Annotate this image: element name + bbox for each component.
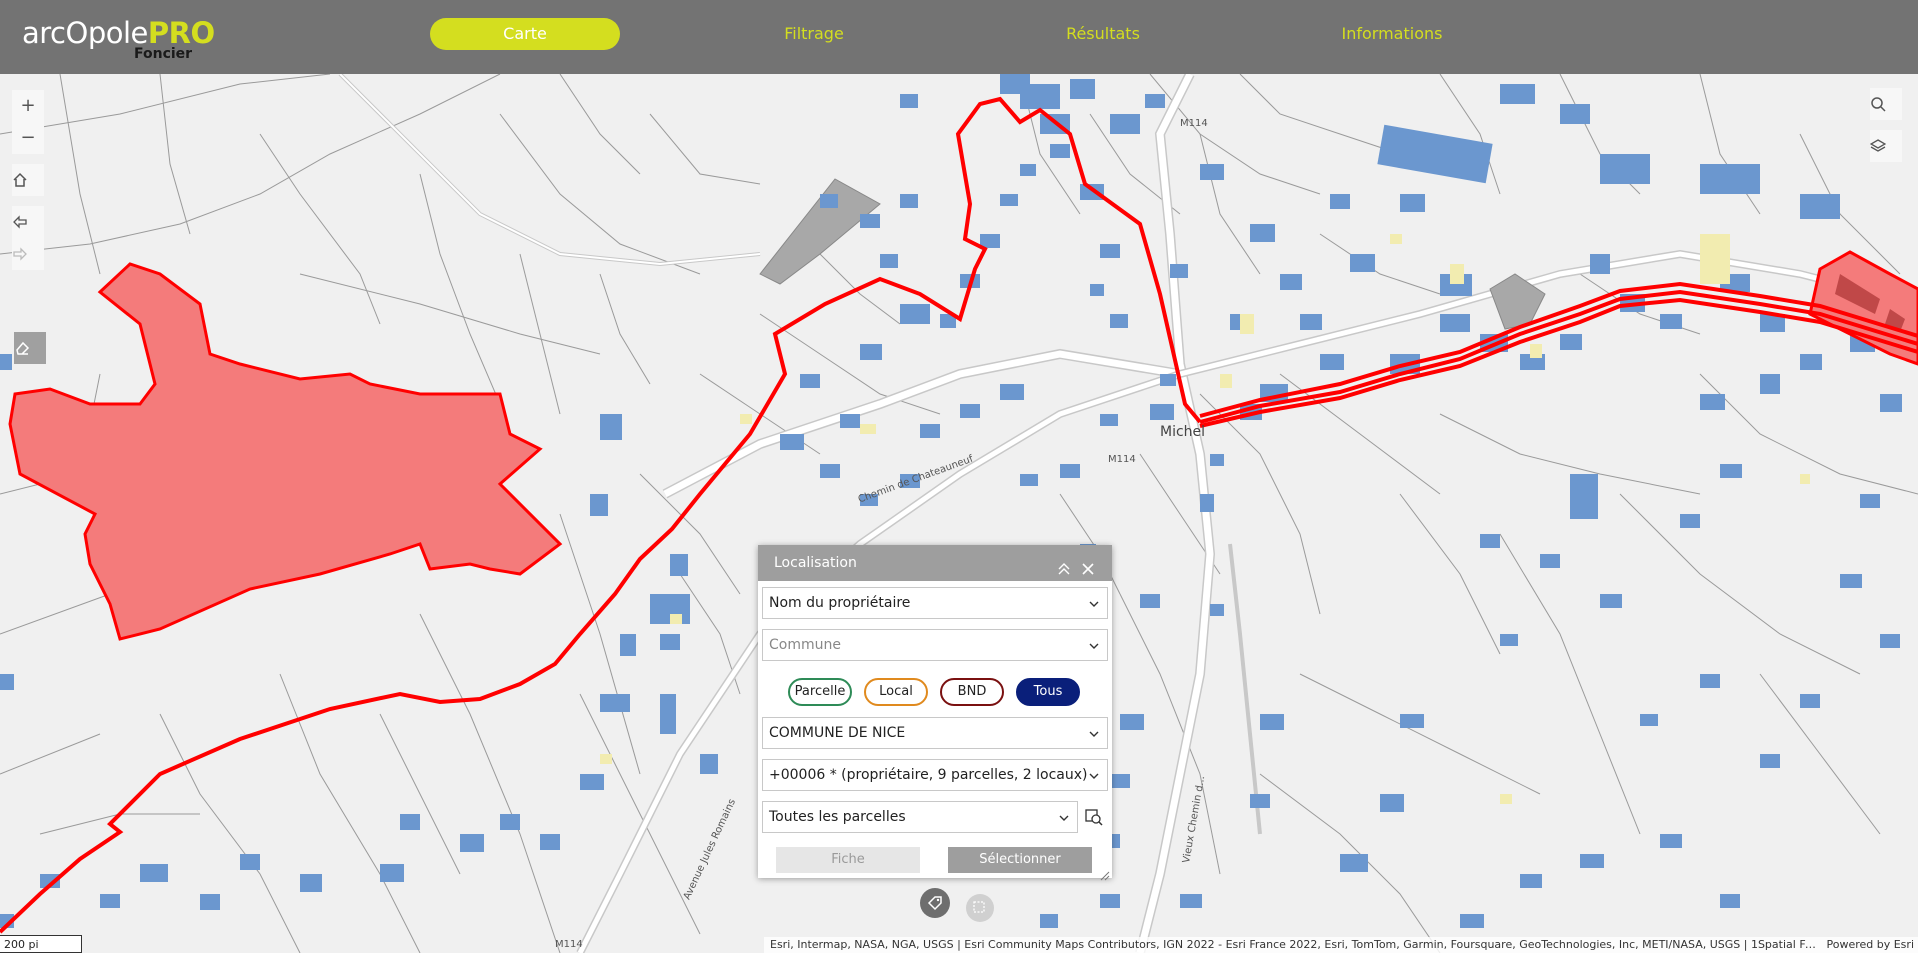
commune-value: COMMUNE DE NICE — [769, 725, 906, 741]
next-extent-button[interactable] — [12, 238, 44, 270]
select-button[interactable]: Sélectionner — [948, 847, 1092, 873]
panel-header[interactable]: Localisation — [758, 545, 1112, 581]
layers-button[interactable] — [1870, 130, 1902, 162]
road-label: M114 — [1180, 118, 1208, 129]
chevron-down-icon — [1089, 773, 1099, 779]
app-logo: arcOpolePRO Foncier — [22, 16, 222, 62]
zoom-to-selection-icon — [1085, 809, 1103, 826]
powered-by[interactable]: Powered by Esri — [1826, 937, 1914, 953]
filter-local[interactable]: Local — [864, 678, 928, 706]
eraser-button[interactable] — [14, 332, 46, 364]
road-network — [338, 74, 1918, 953]
logo-sub: Foncier — [134, 46, 193, 62]
commune-select[interactable]: Commune — [762, 629, 1108, 661]
top-bar: arcOpolePRO Foncier Carte Filtrage Résul… — [0, 0, 1918, 74]
logo-main: arcOpolePRO — [22, 16, 215, 50]
road-label: M114 — [1108, 454, 1136, 465]
close-icon — [1082, 563, 1094, 575]
double-chevron-up-icon — [1058, 563, 1070, 575]
resize-handle[interactable] — [1100, 866, 1110, 881]
previous-extent-icon — [13, 215, 27, 229]
filter-tous[interactable]: Tous — [1016, 678, 1080, 706]
fiche-button[interactable]: Fiche — [776, 847, 920, 873]
tab-carte[interactable]: Carte — [430, 18, 620, 50]
zoom-in-button[interactable]: + — [12, 90, 44, 122]
road-label: M114 — [555, 939, 583, 950]
search-button[interactable] — [1870, 88, 1902, 120]
chevron-down-icon — [1089, 643, 1099, 649]
select-area-icon — [973, 901, 985, 913]
close-button[interactable] — [1080, 555, 1096, 575]
select-tool-button[interactable] — [966, 894, 994, 922]
chevron-down-icon — [1089, 731, 1099, 737]
tab-filtrage[interactable]: Filtrage — [719, 18, 909, 50]
filter-parcelle[interactable]: Parcelle — [788, 678, 852, 706]
commune-placeholder: Commune — [769, 637, 841, 653]
search-type-select[interactable]: Nom du propriétaire — [762, 587, 1108, 619]
tag-icon — [927, 896, 942, 911]
zoom-out-button[interactable]: − — [12, 122, 44, 154]
search-type-value: Nom du propriétaire — [769, 595, 911, 611]
home-button[interactable] — [12, 164, 44, 196]
logo-pro: PRO — [147, 16, 215, 50]
scale-bar: 200 pi — [0, 935, 82, 953]
panel-title: Localisation — [774, 555, 857, 571]
search-icon — [1871, 97, 1886, 112]
eraser-icon — [16, 341, 30, 355]
previous-extent-button[interactable] — [12, 206, 44, 238]
owner-select[interactable]: +00006 * (propriétaire, 9 parcelles, 2 l… — [762, 759, 1108, 791]
resize-grip-icon — [1100, 871, 1110, 881]
commune-value-select[interactable]: COMMUNE DE NICE — [762, 717, 1108, 749]
layers-icon — [1870, 139, 1886, 152]
chevron-down-icon — [1089, 601, 1099, 607]
tab-resultats[interactable]: Résultats — [1008, 18, 1198, 50]
map-attribution: Esri, Intermap, NASA, NGA, USGS | Esri C… — [764, 937, 1918, 953]
owner-value: +00006 * (propriétaire, 9 parcelles, 2 l… — [769, 767, 1088, 783]
localisation-panel: Localisation Nom du propriétaire Commune… — [758, 545, 1112, 881]
zoom-to-parcels-button[interactable] — [1084, 807, 1104, 827]
tab-informations[interactable]: Informations — [1297, 18, 1487, 50]
identify-tool-button[interactable] — [920, 888, 950, 918]
attribution-text: Esri, Intermap, NASA, NGA, USGS | Esri C… — [770, 938, 1820, 951]
filter-bnd[interactable]: BND — [940, 678, 1004, 706]
parcels-value: Toutes les parcelles — [769, 809, 906, 825]
collapse-button[interactable] — [1056, 555, 1072, 575]
home-icon — [13, 172, 27, 187]
parcels-select[interactable]: Toutes les parcelles — [762, 801, 1078, 833]
place-label: Michel — [1160, 424, 1206, 440]
chevron-down-icon — [1059, 815, 1069, 821]
next-extent-icon — [13, 247, 27, 261]
